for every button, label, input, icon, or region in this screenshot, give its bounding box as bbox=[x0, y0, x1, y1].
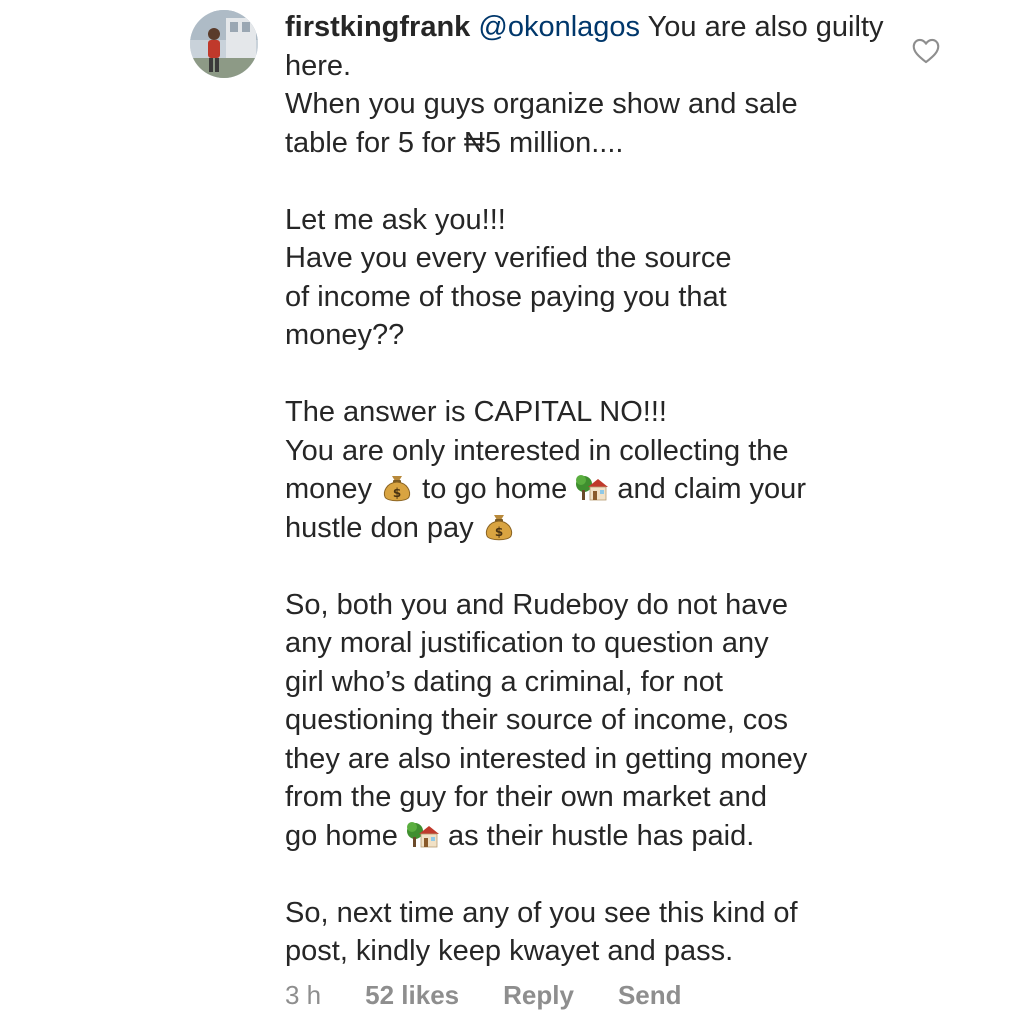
comment-text: girl who’s dating a criminal, for not bbox=[285, 665, 723, 698]
comment-text: of income of those paying you that bbox=[285, 280, 727, 313]
comment-paragraph: So, both you and Rudeboy do not have any … bbox=[285, 586, 905, 856]
comment-paragraph: So, next time any of you see this kind o… bbox=[285, 894, 905, 971]
comment-text: hustle don pay bbox=[285, 511, 482, 544]
comment-text: table for 5 for ₦5 million.... bbox=[285, 126, 624, 159]
username-link[interactable]: firstkingfrank bbox=[285, 11, 470, 43]
comment-text: post, kindly keep kwayet and pass. bbox=[285, 935, 734, 967]
comment-body: firstkingfrank @okonlagos You are also g… bbox=[285, 8, 905, 971]
comment-text: to go home bbox=[414, 473, 576, 505]
comment-text: and claim your bbox=[609, 473, 806, 505]
send-button[interactable]: Send bbox=[618, 980, 682, 1011]
comment-time: 3 h bbox=[285, 980, 322, 1010]
comment-text: When you guys organize show and sale bbox=[285, 88, 798, 120]
comment-paragraphs: firstkingfrank @okonlagos You are also g… bbox=[285, 8, 905, 971]
comment-paragraph: Let me ask you!!! Have you every verified… bbox=[285, 201, 905, 355]
comment-text: as their hustle has paid. bbox=[439, 819, 755, 852]
comment-text: You are only interested in collecting th… bbox=[285, 434, 789, 467]
comment-paragraph: firstkingfrank @okonlagos You are also g… bbox=[285, 8, 905, 162]
comment-meta: 3 h 52 likes Reply Send bbox=[285, 980, 726, 1011]
comment-text: So, next time any of you see this kind o… bbox=[285, 896, 798, 929]
avatar-photo bbox=[190, 10, 258, 78]
svg-text:$: $ bbox=[495, 525, 503, 539]
comment-text: So, both you and Rudeboy do not have bbox=[285, 588, 789, 621]
comment-text: money?? bbox=[285, 319, 405, 351]
svg-text:$: $ bbox=[393, 486, 401, 500]
money-bag-emoji: $ bbox=[482, 509, 516, 543]
comment-text: questioning their source of income, cos bbox=[285, 704, 788, 736]
comment-text: The answer is CAPITAL NO!!! bbox=[285, 396, 667, 428]
avatar[interactable] bbox=[190, 10, 258, 78]
house-emoji bbox=[575, 470, 609, 504]
comment-paragraph: The answer is CAPITAL NO!!! You are only … bbox=[285, 393, 905, 547]
mention-link[interactable]: @okonlagos bbox=[478, 11, 640, 43]
comment-text: money bbox=[285, 473, 381, 505]
comment-text: from the guy for their own market and bbox=[285, 781, 767, 813]
like-count[interactable]: 52 likes bbox=[365, 980, 459, 1011]
comment-text: they are also interested in getting mone… bbox=[285, 742, 808, 775]
comment-text: Have you every verified the source bbox=[285, 242, 732, 274]
comment-text: Let me ask you!!! bbox=[285, 203, 506, 236]
like-heart-icon[interactable] bbox=[912, 38, 940, 64]
money-bag-emoji: $ bbox=[380, 470, 414, 504]
reply-button[interactable]: Reply bbox=[503, 980, 574, 1011]
house-emoji bbox=[406, 817, 440, 851]
comment-text: any moral justification to question any bbox=[285, 627, 769, 659]
comment-text: go home bbox=[285, 819, 406, 852]
